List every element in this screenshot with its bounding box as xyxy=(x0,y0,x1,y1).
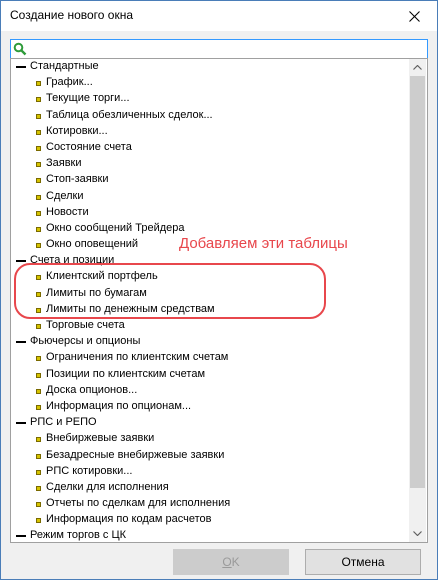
tree-group-label: Режим торгов с ЦК xyxy=(30,529,127,542)
bullet-icon xyxy=(36,81,41,87)
bullet-icon xyxy=(36,388,41,394)
window-title: Создание нового окна xyxy=(10,8,134,22)
tree-item[interactable]: Текущие торги... xyxy=(11,91,409,107)
tree-item[interactable]: Позиции по клиентским счетам xyxy=(11,367,409,383)
scroll-up-button[interactable] xyxy=(409,59,426,76)
tree-item[interactable]: Доска опционов... xyxy=(11,383,409,399)
bullet-icon xyxy=(36,502,41,508)
tree-group[interactable]: Стандартные xyxy=(11,59,409,75)
bullet-icon xyxy=(36,226,41,232)
tree-item[interactable]: Ограничения по клиентским счетам xyxy=(11,350,409,366)
tree-item[interactable]: Внебиржевые заявки xyxy=(11,431,409,447)
tree-item-label: Отчеты по сделкам для исполнения xyxy=(46,497,231,510)
tree-item[interactable]: Стоп-заявки xyxy=(11,172,409,188)
tree-item-label: Новости xyxy=(46,205,89,218)
tree-item-label: Позиции по клиентским счетам xyxy=(46,367,206,380)
tree-item-label: График... xyxy=(46,76,93,89)
tree-item-label: Торговые счета xyxy=(46,319,125,331)
tree-item[interactable]: Новости xyxy=(11,205,409,221)
bullet-icon xyxy=(36,518,41,524)
bullet-icon xyxy=(36,243,41,249)
tree-item-label: Информация по кодам расчетов xyxy=(46,513,212,526)
tree-item-label: Котировки... xyxy=(46,124,108,137)
tree-item[interactable]: Сделки для исполнения xyxy=(11,480,409,496)
collapse-icon[interactable] xyxy=(16,422,26,425)
tree-item[interactable]: Торговые счета xyxy=(11,318,409,334)
cancel-button[interactable]: Отмена xyxy=(305,549,421,575)
bullet-icon xyxy=(36,356,41,362)
tree-item-label: Текущие торги... xyxy=(46,92,130,105)
tree-item-label: Сделки для исполнения xyxy=(46,480,169,493)
bullet-icon xyxy=(36,194,41,200)
tree-item[interactable]: Котировки... xyxy=(11,124,409,140)
bullet-icon xyxy=(36,324,41,329)
ok-label-underlined: O xyxy=(222,555,232,569)
chevron-down-icon xyxy=(413,531,422,536)
scroll-down-button[interactable] xyxy=(409,525,426,542)
tree-item-label: Информация по опционам... xyxy=(46,399,192,412)
annotation-label: Добавляем эти таблицы xyxy=(179,235,348,252)
tree-item-label: Состояние счета xyxy=(46,140,132,153)
tree-group-label: РПС и РЕПО xyxy=(30,416,97,429)
tree-item[interactable]: Отчеты по сделкам для исполнения xyxy=(11,496,409,512)
collapse-icon[interactable] xyxy=(16,535,26,538)
search-box[interactable] xyxy=(10,39,428,59)
tree-group[interactable]: Режим торгов с ЦК xyxy=(11,528,409,542)
tree-group[interactable]: Фьючерсы и опционы xyxy=(11,334,409,350)
tree-group-label: Фьючерсы и опционы xyxy=(30,335,141,348)
close-button[interactable] xyxy=(391,1,437,31)
tree-item[interactable]: Состояние счета xyxy=(11,140,409,156)
collapse-icon[interactable] xyxy=(16,341,26,344)
tree-group[interactable]: РПС и РЕПО xyxy=(11,415,409,431)
tree-item-label: Стоп-заявки xyxy=(46,173,109,186)
close-icon xyxy=(408,10,420,22)
tree-item[interactable]: Информация по опционам... xyxy=(11,399,409,415)
bullet-icon xyxy=(36,113,41,119)
tree-item-label: Внебиржевые заявки xyxy=(46,432,155,445)
bullet-icon xyxy=(36,485,41,491)
bullet-icon xyxy=(36,145,41,151)
tree-item-label: Окно сообщений Трейдера xyxy=(46,221,185,234)
search-icon xyxy=(13,42,27,56)
bullet-icon xyxy=(36,404,41,410)
tree-item-label: Сделки xyxy=(46,189,84,202)
tree-item-label: Окно оповещений xyxy=(46,238,139,251)
tree-item[interactable]: Информация по кодам расчетов xyxy=(11,512,409,528)
bullet-icon xyxy=(36,162,41,168)
ok-button[interactable]: OK xyxy=(173,549,289,575)
tree-item[interactable]: Таблица обезличенных сделок... xyxy=(11,108,409,124)
tree-item-label: Безадресные внебиржевые заявки xyxy=(46,448,225,461)
bullet-icon xyxy=(36,129,41,135)
bullet-icon xyxy=(36,210,41,216)
tree-item[interactable]: График... xyxy=(11,75,409,91)
collapse-icon[interactable] xyxy=(16,260,26,263)
scroll-thumb[interactable] xyxy=(410,76,425,488)
tree-item[interactable]: Заявки xyxy=(11,156,409,172)
vertical-scrollbar[interactable] xyxy=(409,59,426,542)
ok-label-rest: K xyxy=(231,555,240,569)
chevron-up-icon xyxy=(413,65,422,70)
annotation-highlight xyxy=(14,263,326,319)
tree-item[interactable]: РПС котировки... xyxy=(11,464,409,480)
dialog-window: Создание нового окна Стандартные График..… xyxy=(0,0,438,580)
bullet-icon xyxy=(36,97,41,103)
bullet-icon xyxy=(36,453,41,459)
tree-item-label: Таблица обезличенных сделок... xyxy=(46,108,213,121)
bullet-icon xyxy=(36,372,41,378)
title-bar[interactable]: Создание нового окна xyxy=(1,1,437,31)
bullet-icon xyxy=(36,178,41,184)
tree-item-label: Заявки xyxy=(46,157,82,170)
collapse-icon[interactable] xyxy=(16,66,26,68)
tree-item[interactable]: Безадресные внебиржевые заявки xyxy=(11,448,409,464)
tree-item-label: Ограничения по клиентским счетам xyxy=(46,351,229,364)
tree-item-label: РПС котировки... xyxy=(46,464,133,477)
bullet-icon xyxy=(36,437,41,443)
bullet-icon xyxy=(36,469,41,475)
tree-group-label: Стандартные xyxy=(30,60,99,72)
tree-item[interactable]: Сделки xyxy=(11,189,409,205)
search-input[interactable] xyxy=(30,41,420,56)
tree-item-label: Доска опционов... xyxy=(46,383,138,396)
